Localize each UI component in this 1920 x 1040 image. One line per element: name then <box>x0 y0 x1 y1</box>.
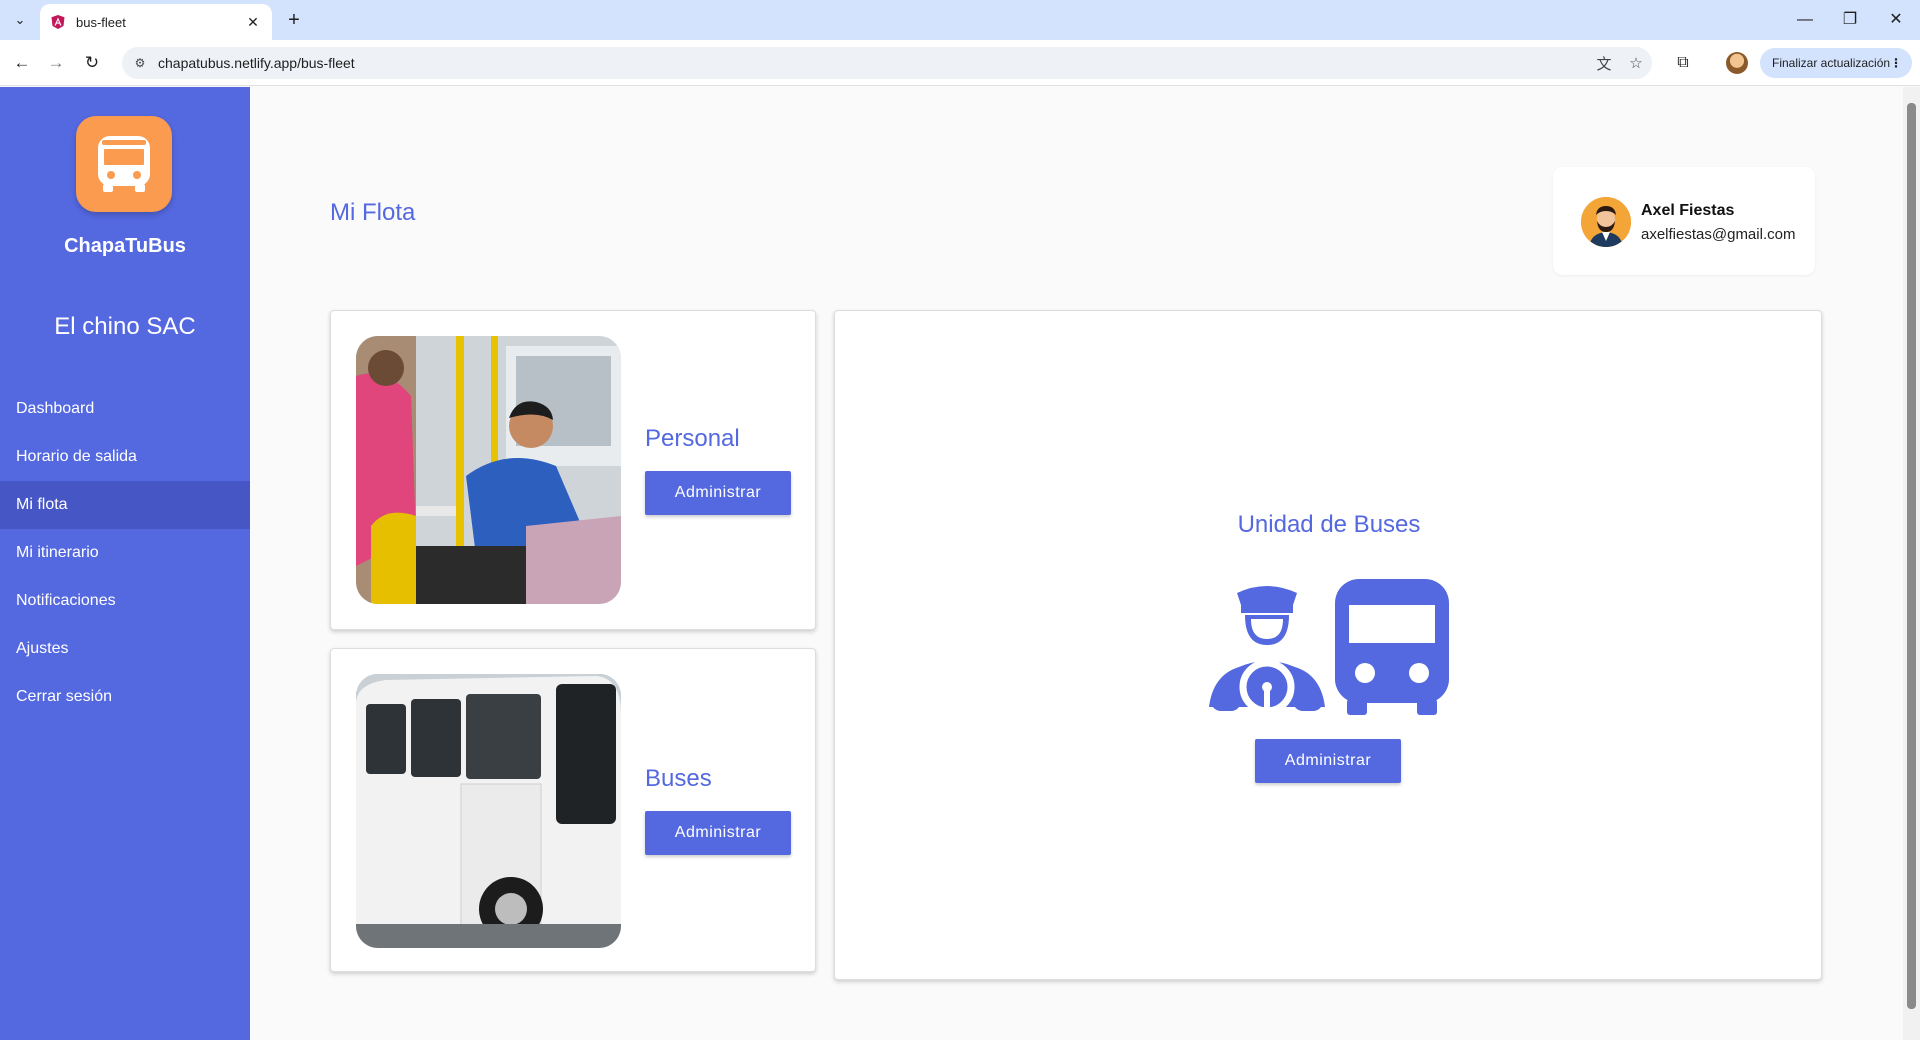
sidebar-item-itinerario[interactable]: Mi itinerario <box>0 529 250 577</box>
unidad-buses-card: Unidad de Buses Administrar <box>834 310 1822 980</box>
extensions-icon[interactable]: ⧉ <box>1668 49 1698 77</box>
update-browser-button[interactable]: Finalizar actualización ⋮ <box>1760 48 1912 78</box>
menu-dots-icon[interactable]: ⋮ <box>1890 56 1902 70</box>
personal-photo <box>356 336 621 604</box>
personal-admin-button[interactable]: Administrar <box>645 471 791 515</box>
user-profile-card[interactable]: Axel Fiestas axelfiestas@gmail.com <box>1553 167 1815 275</box>
bus-driver-photo-image <box>356 336 621 604</box>
sidebar-item-notificaciones[interactable]: Notificaciones <box>0 577 250 625</box>
translate-icon[interactable]: 文 <box>1588 53 1620 74</box>
sidebar-item-dashboard[interactable]: Dashboard <box>0 385 250 433</box>
sidebar-item-cerrar-sesion[interactable]: Cerrar sesión <box>0 673 250 721</box>
address-bar[interactable]: ⚙ chapatubus.netlify.app/bus-fleet 文 ☆ <box>122 47 1652 79</box>
back-icon[interactable]: ← <box>8 49 36 77</box>
tab-search-chevron-icon[interactable]: ⌄ <box>6 8 34 32</box>
browser-toolbar: ← → ↻ ⚙ chapatubus.netlify.app/bus-fleet… <box>0 40 1920 86</box>
browser-tab[interactable]: bus-fleet ✕ <box>40 4 272 40</box>
reload-icon[interactable]: ↻ <box>78 49 106 77</box>
buses-card: Buses Administrar <box>330 648 816 972</box>
sidebar-menu: Dashboard Horario de salida Mi flota Mi … <box>0 385 250 721</box>
unidad-buses-title: Unidad de Buses <box>1237 511 1421 538</box>
new-tab-icon[interactable]: + <box>282 8 306 32</box>
app-logo <box>76 116 172 212</box>
personal-label: Personal <box>645 425 740 452</box>
update-label: Finalizar actualización <box>1772 56 1891 70</box>
url-text[interactable]: chapatubus.netlify.app/bus-fleet <box>158 55 1588 71</box>
driver-and-bus-icon <box>1209 579 1449 715</box>
user-email: axelfiestas@gmail.com <box>1641 226 1796 243</box>
angular-favicon-icon <box>51 15 65 29</box>
white-bus-photo-image <box>356 674 621 948</box>
minimize-icon[interactable]: — <box>1785 8 1825 32</box>
browser-tabstrip: ⌄ bus-fleet ✕ + — ❐ ✕ <box>0 0 1920 40</box>
buses-photo <box>356 674 621 948</box>
bus-logo-icon <box>98 136 150 192</box>
bookmark-star-icon[interactable]: ☆ <box>1620 54 1652 72</box>
page-scrollbar[interactable] <box>1903 87 1920 1040</box>
unidad-admin-button[interactable]: Administrar <box>1255 739 1401 783</box>
restore-icon[interactable]: ❐ <box>1830 8 1870 32</box>
user-name: Axel Fiestas <box>1641 202 1735 219</box>
tab-close-icon[interactable]: ✕ <box>244 14 262 31</box>
sidebar-item-ajustes[interactable]: Ajustes <box>0 625 250 673</box>
sidebar-item-mi-flota[interactable]: Mi flota <box>0 481 250 529</box>
sidebar-item-horario[interactable]: Horario de salida <box>0 433 250 481</box>
forward-icon[interactable]: → <box>42 49 70 77</box>
browser-profile-avatar[interactable] <box>1726 52 1748 74</box>
company-name: El chino SAC <box>54 313 196 340</box>
tab-title: bus-fleet <box>76 14 126 30</box>
buses-admin-button[interactable]: Administrar <box>645 811 791 855</box>
buses-label: Buses <box>645 765 712 792</box>
sidebar: ChapaTuBus El chino SAC Dashboard Horari… <box>0 87 250 1040</box>
close-window-icon[interactable]: ✕ <box>1876 8 1916 32</box>
user-avatar <box>1581 197 1631 247</box>
scrollbar-thumb[interactable] <box>1907 103 1916 1009</box>
personal-card: Personal Administrar <box>330 310 816 630</box>
avatar-man-icon <box>1581 197 1631 247</box>
brand-name: ChapaTuBus <box>64 235 186 257</box>
site-info-icon[interactable]: ⚙ <box>122 56 158 70</box>
page-title: Mi Flota <box>330 199 416 226</box>
